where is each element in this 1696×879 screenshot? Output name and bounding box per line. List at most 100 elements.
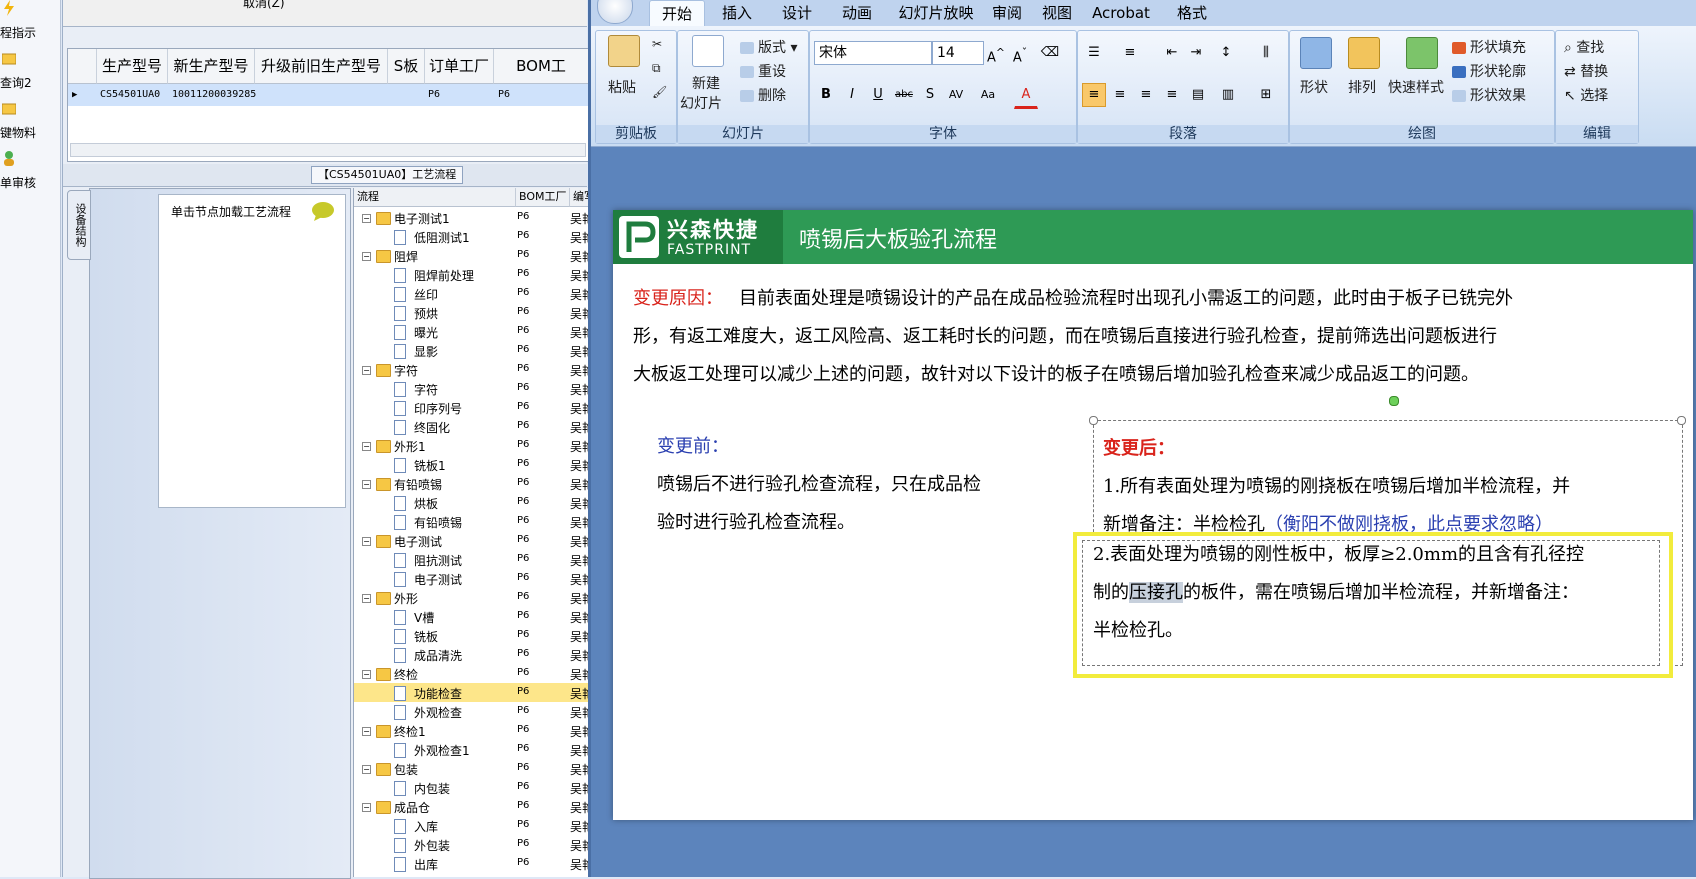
text-direction-icon[interactable]: ⫼	[1254, 41, 1278, 65]
shadow-icon[interactable]: S	[918, 83, 942, 107]
reset-button[interactable]: 重设	[758, 64, 786, 80]
find-button[interactable]: 查找	[1576, 40, 1604, 56]
line-spacing-icon[interactable]: ↕	[1214, 41, 1238, 65]
collapse-toggle-icon[interactable]: −	[362, 803, 371, 812]
table-row[interactable]: ▶ CS54501UA0 10011200039285 P6 P6	[68, 84, 588, 106]
underline-icon[interactable]: U	[866, 83, 890, 107]
justify-icon[interactable]: ≡	[1160, 83, 1184, 107]
quick-styles-button[interactable]: 快速样式	[1388, 77, 1444, 97]
slide-title[interactable]: 喷锡后大板验孔流程	[799, 222, 997, 254]
collapse-toggle-icon[interactable]: −	[362, 442, 371, 451]
resize-handle[interactable]	[1089, 416, 1098, 425]
font-color-icon[interactable]: A	[1014, 83, 1038, 109]
shape-outline-button[interactable]: 形状轮廓	[1470, 64, 1526, 80]
tree-header-process[interactable]: 流程	[354, 188, 516, 207]
smartart-icon[interactable]: ⊞	[1254, 83, 1278, 107]
grid-header[interactable]: 新生产型号	[168, 49, 255, 84]
char-spacing-icon[interactable]: AV	[944, 83, 968, 107]
new-slide-button[interactable]: 新建	[692, 73, 720, 93]
shapes-button[interactable]: 形状	[1300, 77, 1328, 97]
collapse-toggle-icon[interactable]: −	[362, 670, 371, 679]
distribute-icon[interactable]: ▤	[1186, 83, 1210, 107]
columns-icon[interactable]: ▥	[1216, 83, 1240, 107]
load-process-panel[interactable]: 单击节点加载工艺流程	[158, 194, 346, 508]
slide[interactable]: 兴森快捷 FASTPRINT 喷锡后大板验孔流程 变更原因： 目前表面处理是喷锡…	[613, 210, 1693, 820]
tab-design[interactable]: 设计	[773, 0, 821, 26]
shrink-font-icon[interactable]: Aˇ	[1008, 41, 1032, 65]
collapse-toggle-icon[interactable]: −	[362, 594, 371, 603]
align-left-icon[interactable]: ≡	[1082, 83, 1106, 107]
tab-equipment-structure[interactable]: 设备结构	[67, 190, 91, 260]
tree-cell-factory: P6	[517, 420, 530, 431]
grow-font-icon[interactable]: A^	[984, 41, 1008, 65]
tree-cell-factory: P6	[517, 781, 530, 792]
copy-icon[interactable]: ⧉	[652, 61, 661, 76]
arrange-button[interactable]: 排列	[1348, 77, 1376, 97]
tab-slideshow[interactable]: 幻灯片放映	[893, 0, 979, 26]
shape-fill-button[interactable]: 形状填充	[1470, 40, 1526, 56]
new-slide-button-line2[interactable]: 幻灯片	[680, 93, 722, 113]
grid-header[interactable]: BOM工	[494, 49, 589, 84]
clear-format-icon[interactable]: ⌫	[1038, 41, 1062, 65]
tab-insert[interactable]: 插入	[713, 0, 761, 26]
nav-item-process-guide[interactable]: 程指示	[0, 0, 60, 50]
shape-effects-button[interactable]: 形状效果	[1470, 88, 1526, 104]
logo-subtitle: FASTPRINT	[667, 242, 752, 258]
tab-format[interactable]: 格式	[1169, 0, 1215, 26]
paste-button[interactable]: 粘贴	[608, 77, 636, 97]
resize-handle[interactable]	[1677, 416, 1686, 425]
tree-cell-factory: P6	[517, 401, 530, 412]
reason-text-line1: 目前表面处理是喷锡设计的产品在成品检验流程时出现孔小需返工的问题，此时由于板子已…	[739, 288, 1513, 309]
nav-item-key-material[interactable]: 键物料	[0, 100, 60, 150]
bullets-icon[interactable]: ☰	[1082, 41, 1106, 65]
italic-icon[interactable]: I	[840, 83, 864, 107]
delete-button[interactable]: 删除	[758, 88, 786, 104]
collapse-toggle-icon[interactable]: −	[362, 480, 371, 489]
grid-header[interactable]: 订单工厂	[425, 49, 494, 84]
rotate-handle[interactable]	[1389, 396, 1399, 406]
nav-item-query2[interactable]: 查询2	[0, 50, 60, 100]
collapse-toggle-icon[interactable]: −	[362, 765, 371, 774]
collapse-toggle-icon[interactable]: −	[362, 727, 371, 736]
tab-home[interactable]: 开始	[649, 0, 705, 27]
collapse-toggle-icon[interactable]: −	[362, 537, 371, 546]
collapse-toggle-icon[interactable]: −	[362, 252, 371, 261]
format-painter-icon[interactable]: 🖌	[652, 85, 667, 99]
selected-text[interactable]: 压接孔	[1129, 582, 1183, 603]
select-button[interactable]: 选择	[1580, 88, 1608, 104]
nav-item-review[interactable]: 单审核	[0, 150, 60, 200]
tree-cell-factory: P6	[517, 458, 530, 469]
align-right-icon[interactable]: ≡	[1134, 83, 1158, 107]
tree-header-bom-factory[interactable]: BOM工厂	[516, 188, 570, 207]
tab-animation[interactable]: 动画	[833, 0, 881, 26]
align-center-icon[interactable]: ≡	[1108, 83, 1132, 107]
collapse-toggle-icon[interactable]: −	[362, 214, 371, 223]
cut-icon[interactable]: ✂	[652, 37, 662, 51]
tree-cell-factory: P6	[517, 249, 530, 260]
replace-button[interactable]: 替换	[1580, 64, 1608, 80]
increase-indent-icon[interactable]: ⇥	[1184, 41, 1208, 65]
strikethrough-icon[interactable]: abc	[892, 83, 916, 107]
grid-header[interactable]: S板	[388, 49, 425, 84]
collapse-toggle-icon[interactable]: −	[362, 366, 371, 375]
powerpoint-window: 开始 插入 设计 动画 幻灯片放映 审阅 视图 Acrobat 格式 粘贴 ✂ …	[588, 0, 1696, 877]
tab-review[interactable]: 审阅	[987, 0, 1027, 26]
horizontal-scrollbar[interactable]	[70, 143, 586, 157]
process-title: 【CS54501UA0】工艺流程	[311, 166, 464, 184]
font-size-select[interactable]: 14	[932, 41, 984, 65]
decrease-indent-icon[interactable]: ⇤	[1160, 41, 1184, 65]
after-item2-line3: 半检检孔。	[1093, 620, 1183, 641]
bold-icon[interactable]: B	[814, 83, 838, 107]
numbering-icon[interactable]: ≡	[1118, 41, 1142, 65]
grid-header[interactable]: 生产型号	[97, 49, 168, 84]
fastprint-logo-icon	[619, 216, 659, 258]
highlighted-textbox[interactable]: 2.表面处理为喷锡的刚性板中，板厚≥2.0mm的且含有孔径控 制的压接孔的板件，…	[1073, 532, 1673, 678]
tab-view[interactable]: 视图	[1037, 0, 1077, 26]
grid-header[interactable]: 升级前旧生产型号	[255, 49, 388, 84]
font-name-select[interactable]: 宋体	[814, 41, 932, 65]
office-button[interactable]	[597, 0, 633, 24]
cancel-button[interactable]: 取消(Z)	[243, 0, 285, 11]
tab-acrobat[interactable]: Acrobat	[1085, 0, 1157, 26]
change-case-icon[interactable]: Aa	[976, 83, 1000, 107]
layout-button[interactable]: 版式	[758, 40, 786, 56]
